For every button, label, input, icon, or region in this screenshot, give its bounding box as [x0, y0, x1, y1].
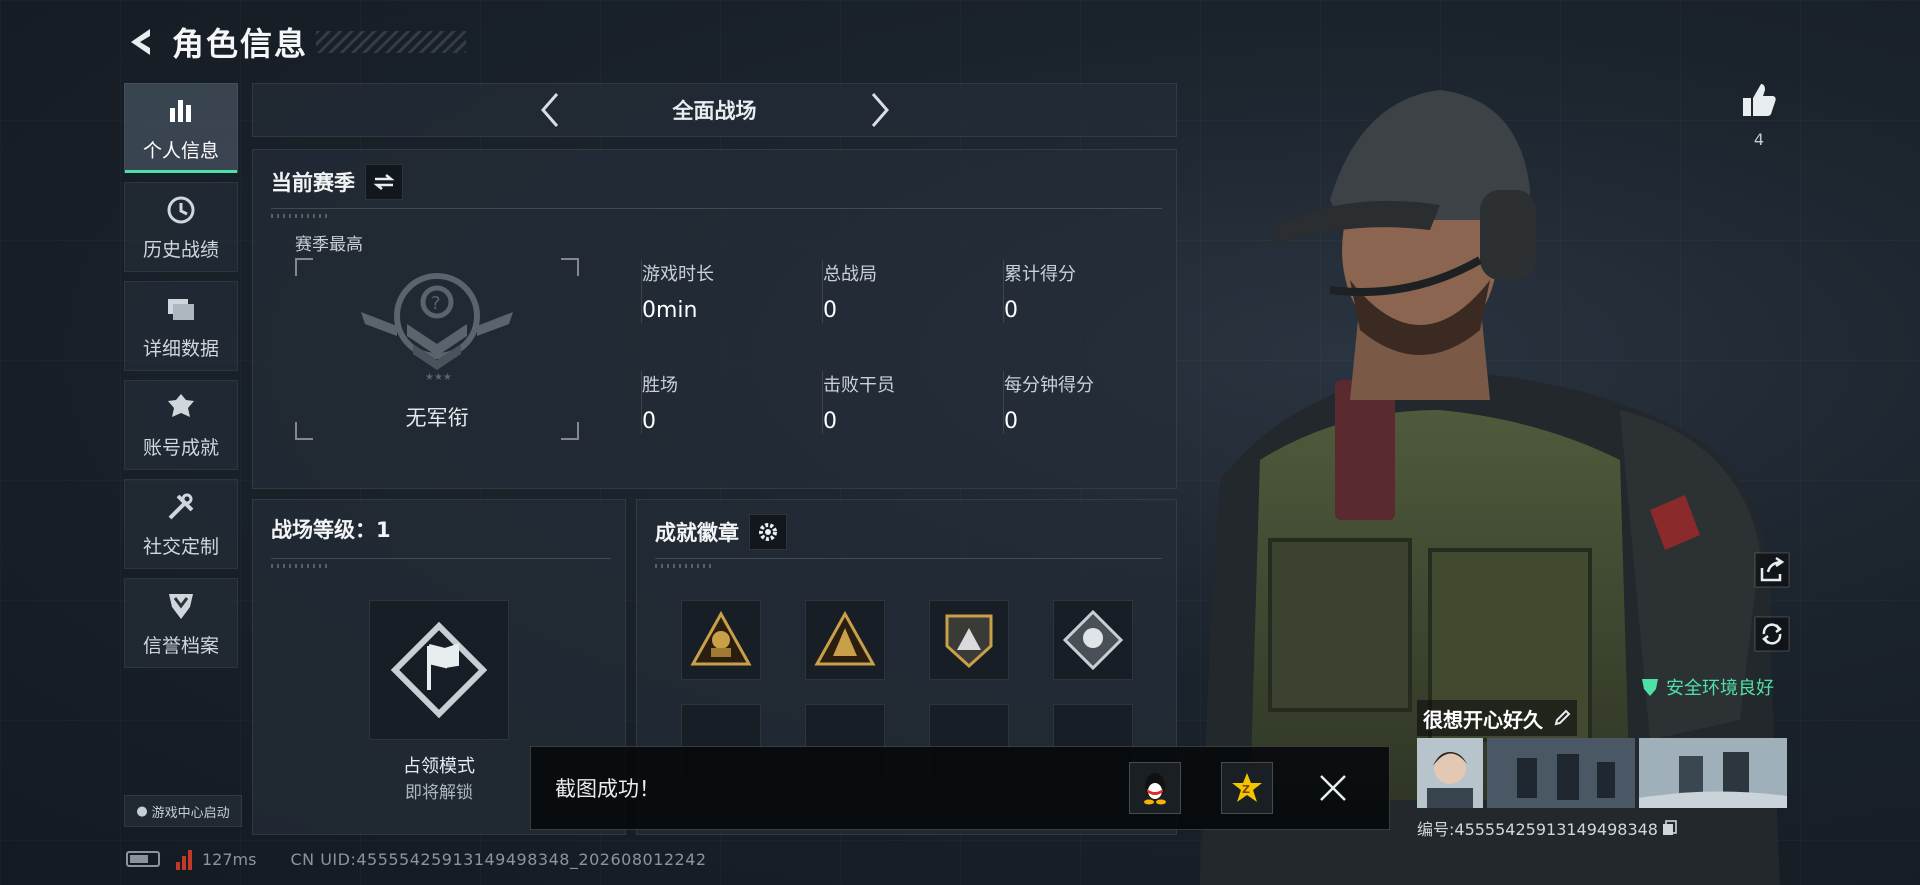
avatar-thumbnail[interactable]: [1417, 738, 1483, 808]
stat-total-matches: 总战局 0: [822, 260, 1003, 323]
badge-slot-3[interactable]: [929, 600, 1009, 680]
bronze-soldier-badge-icon: [690, 610, 752, 666]
page-header: 角色信息: [124, 18, 467, 66]
folders-icon: [168, 298, 194, 320]
gallery-thumbnail-squad[interactable]: [1639, 738, 1787, 808]
svg-text:★★★: ★★★: [425, 372, 452, 382]
screenshot-toast: 截图成功！ Z: [530, 746, 1390, 830]
thumbs-up-icon: [1743, 84, 1776, 116]
qq-penguin-icon: [1144, 773, 1166, 805]
page-title: 角色信息: [172, 25, 309, 63]
flag-diamond-icon: [390, 621, 488, 719]
unranked-emblem-icon: ? ★★★: [361, 273, 513, 382]
silver-diamond-badge-icon: [1062, 609, 1124, 671]
safety-text: 安全环境良好: [1666, 678, 1774, 699]
credit-shield-icon: [169, 593, 193, 619]
badge-slot-4[interactable]: [1053, 600, 1133, 680]
sidebar-item-credit[interactable]: 信誉档案: [124, 578, 238, 668]
badge-settings-button[interactable]: [749, 514, 787, 550]
player-nickname: 很想开心好久: [1423, 707, 1543, 732]
sidebar-item-label: 详细数据: [142, 337, 219, 360]
safety-status: 安全环境良好: [1640, 674, 1774, 700]
like-button[interactable]: 4: [1738, 80, 1780, 149]
stat-wins: 胜场 0: [641, 371, 822, 434]
svg-text:Z: Z: [1242, 783, 1250, 796]
bronze-triangle-badge-icon: [814, 610, 876, 666]
sidebar-item-social[interactable]: 社交定制: [124, 479, 238, 569]
battery-icon: [126, 851, 160, 867]
section-tick-decoration: [655, 564, 715, 568]
sidebar-item-label: 个人信息: [142, 139, 219, 162]
player-profile-card: 很想开心好久 编号:45555425913149498348: [1417, 700, 1793, 842]
battlefield-level-title: 战场等级：1: [271, 518, 391, 542]
like-count: 4: [1753, 130, 1765, 149]
sidebar-item-achievements[interactable]: 账号成就: [124, 380, 238, 470]
share-icon[interactable]: [1754, 552, 1790, 588]
stat-total-score: 累计得分 0: [1003, 260, 1184, 323]
tools-icon: [168, 493, 194, 519]
nickname-row: 很想开心好久: [1417, 700, 1577, 736]
badge-slot-2[interactable]: [805, 600, 885, 680]
prev-mode-arrow-icon[interactable]: [535, 90, 565, 130]
close-icon[interactable]: [1313, 768, 1353, 808]
current-mode-title: 全面战场: [672, 99, 757, 123]
achievement-icon: [168, 393, 194, 417]
status-bar: 127ms CN UID:45555425913149498348_202608…: [126, 848, 707, 870]
switch-season-button[interactable]: [365, 164, 403, 200]
toast-message: 截图成功！: [555, 777, 660, 801]
share-qzone-button[interactable]: Z: [1221, 762, 1273, 814]
sidebar-item-label: 账号成就: [142, 436, 219, 459]
sidebar-item-personal-info[interactable]: 个人信息: [124, 83, 238, 173]
edit-pencil-icon[interactable]: [1553, 709, 1571, 727]
stats-bars-icon: [170, 99, 191, 122]
swap-arrows-icon: [373, 174, 395, 190]
sidebar-item-history[interactable]: 历史战绩: [124, 182, 238, 272]
sidebar-item-label: 历史战绩: [142, 238, 219, 261]
player-id: 编号:45555425913149498348: [1417, 820, 1658, 839]
season-best-label: 赛季最高: [295, 235, 363, 255]
signal-icon: [176, 848, 192, 870]
silver-shield-badge-icon: [945, 614, 993, 669]
section-divider: [655, 558, 1162, 559]
mode-selector: 全面战场: [252, 83, 1177, 137]
stat-play-time: 游戏时长 0min: [641, 260, 822, 323]
svg-text:?: ?: [431, 293, 441, 314]
section-tick-decoration: [271, 214, 331, 218]
safety-shield-icon: [1642, 679, 1658, 696]
player-id-row: 编号:45555425913149498348: [1417, 816, 1793, 840]
section-divider: [271, 558, 611, 559]
game-center-label: 游戏中心启动: [151, 805, 230, 821]
stat-score-per-minute: 每分钟得分 0: [1003, 371, 1184, 434]
gear-icon: [759, 523, 777, 541]
history-icon: [167, 196, 195, 223]
section-tick-decoration: [271, 564, 331, 568]
rank-name: 无军衔: [405, 406, 469, 430]
copy-icon[interactable]: [1662, 820, 1678, 836]
sidebar-item-label: 社交定制: [142, 535, 219, 558]
qzone-star-icon: Z: [1232, 773, 1262, 802]
season-stats-grid: 游戏时长 0min 总战局 0 累计得分 0 胜场 0 击败干员 0 每分钟得分…: [641, 260, 1184, 434]
rank-display: ? ★★★ 无军衔: [295, 258, 579, 440]
refresh-icon[interactable]: [1754, 616, 1790, 652]
stat-operators-defeated: 击败干员 0: [822, 371, 1003, 434]
back-arrow-icon[interactable]: [124, 24, 160, 60]
badge-slot-1[interactable]: [681, 600, 761, 680]
qq-small-icon: ●: [136, 803, 148, 819]
occupation-mode-card[interactable]: [369, 600, 509, 740]
uid-text: CN UID:45555425913149498348_202608012242: [290, 849, 707, 869]
profile-gallery: [1417, 738, 1793, 808]
gallery-thumbnail-soldiers[interactable]: [1487, 738, 1635, 808]
game-center-button[interactable]: ● 游戏中心启动: [124, 795, 242, 827]
sidebar: 个人信息 历史战绩 详细数据 账号成就 社交定制 信誉档案: [124, 83, 238, 677]
section-divider: [271, 208, 1162, 209]
title-decoration: [316, 31, 467, 53]
ping-value: 127ms: [202, 849, 257, 869]
next-mode-arrow-icon[interactable]: [865, 90, 895, 130]
sidebar-item-label: 信誉档案: [142, 634, 219, 657]
badges-title: 成就徽章: [655, 521, 739, 545]
season-panel: 当前赛季 赛季最高 ? ★★★ 无军衔 游戏时长 0min 总战局 0 累计得分…: [252, 149, 1177, 489]
share-qq-button[interactable]: [1129, 762, 1181, 814]
season-title: 当前赛季: [271, 171, 355, 195]
sidebar-item-detail-data[interactable]: 详细数据: [124, 281, 238, 371]
